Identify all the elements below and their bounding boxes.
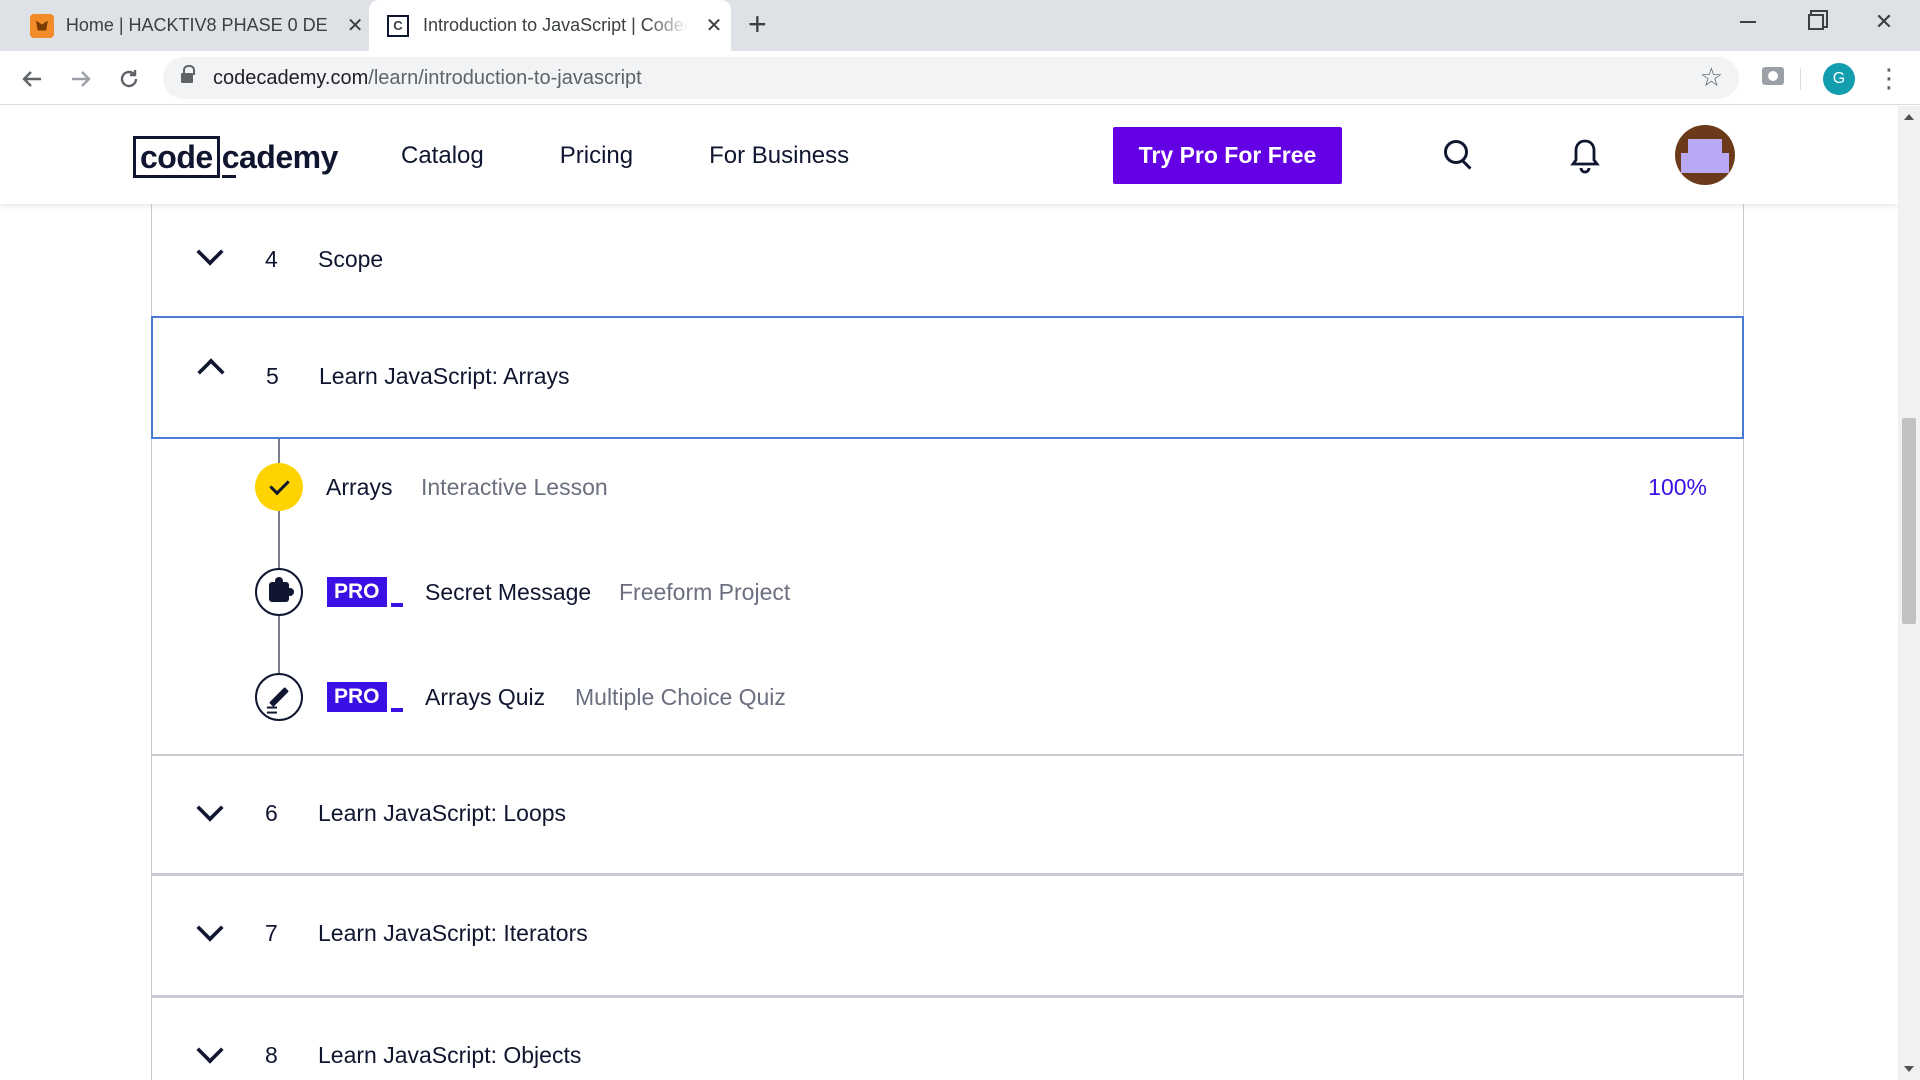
codecademy-favicon-icon: C xyxy=(387,14,409,37)
scroll-down-arrow-icon[interactable] xyxy=(1904,1066,1914,1072)
notifications-bell-icon[interactable] xyxy=(1570,138,1600,174)
codecademy-logo[interactable]: code cademy xyxy=(133,136,338,178)
browser-toolbar: codecademy.com/learn/introduction-to-jav… xyxy=(0,51,1920,105)
module-title: Scope xyxy=(318,246,384,272)
url-domain: codecademy.com xyxy=(213,67,369,89)
new-tab-button[interactable]: + xyxy=(748,6,767,43)
chevron-down-icon xyxy=(194,798,228,832)
module-number: 7 xyxy=(265,920,278,946)
module-row-6[interactable]: 6 Learn JavaScript: Loops xyxy=(151,754,1744,874)
page-viewport: code cademy Catalog Pricing For Business… xyxy=(0,106,1898,1080)
scrollbar-thumb[interactable] xyxy=(1902,418,1916,624)
fox-favicon-icon xyxy=(30,13,54,38)
browser-tabstrip: Home | HACKTIV8 PHASE 0 DEN ✕ C Introduc… xyxy=(0,0,1920,51)
module-number: 6 xyxy=(265,800,278,826)
lock-icon xyxy=(181,65,195,84)
chevron-up-icon xyxy=(195,350,229,384)
puzzle-icon xyxy=(255,568,303,616)
module-title: Learn JavaScript: Loops xyxy=(318,800,567,826)
browser-tab-hacktiv8[interactable]: Home | HACKTIV8 PHASE 0 DEN ✕ xyxy=(0,0,367,51)
toolbar-divider xyxy=(1800,68,1801,90)
lesson-progress: 100% xyxy=(1648,474,1707,500)
module-row-7[interactable]: 7 Learn JavaScript: Iterators xyxy=(151,874,1744,996)
module-title: Learn JavaScript: Iterators xyxy=(318,920,588,946)
check-icon xyxy=(255,463,303,511)
pro-badge: PRO xyxy=(327,577,403,607)
lesson-type: Interactive Lesson xyxy=(421,474,608,500)
address-bar[interactable]: codecademy.com/learn/introduction-to-jav… xyxy=(163,57,1739,99)
logo-rest-text: cademy xyxy=(221,138,338,178)
module-title: Learn JavaScript: Arrays xyxy=(319,363,570,389)
user-avatar[interactable] xyxy=(1675,125,1735,185)
module-title: Learn JavaScript: Objects xyxy=(318,1042,582,1068)
module-number: 8 xyxy=(265,1042,278,1068)
close-tab-icon[interactable]: ✕ xyxy=(343,13,367,38)
lesson-name: Arrays xyxy=(326,474,393,500)
lesson-name: Arrays Quiz xyxy=(425,684,546,710)
site-header: code cademy Catalog Pricing For Business… xyxy=(0,106,1898,204)
module-row-4[interactable]: 4 Scope xyxy=(151,204,1744,322)
lesson-name: Secret Message xyxy=(425,579,592,605)
browser-tab-codecademy[interactable]: C Introduction to JavaScript | Codecadem… xyxy=(369,0,731,51)
forward-arrow-icon xyxy=(72,71,91,87)
nav-catalog[interactable]: Catalog xyxy=(401,142,484,170)
chevron-down-icon xyxy=(194,242,228,276)
nav-for-business[interactable]: For Business xyxy=(709,142,849,170)
module-row-8[interactable]: 8 Learn JavaScript: Objects xyxy=(151,996,1744,1080)
bookmark-star-icon[interactable]: ☆ xyxy=(1700,62,1723,93)
browser-menu-icon[interactable]: ⋮ xyxy=(1876,63,1902,93)
main-nav: Catalog Pricing For Business xyxy=(401,142,925,170)
module-5-lessons: Arrays Interactive Lesson 100% PRO Secre… xyxy=(151,439,1744,756)
module-number: 5 xyxy=(266,363,279,389)
module-row-5[interactable]: 5 Learn JavaScript: Arrays xyxy=(151,316,1744,439)
close-window-button[interactable]: ✕ xyxy=(1850,0,1918,44)
tab-title: Home | HACKTIV8 PHASE 0 DEN xyxy=(65,15,330,35)
chevron-down-icon xyxy=(194,918,228,952)
logo-boxed-text: code xyxy=(133,136,220,178)
reload-icon xyxy=(120,70,138,88)
back-button[interactable] xyxy=(16,63,48,95)
minimize-window-button[interactable] xyxy=(1714,0,1782,44)
back-arrow-icon xyxy=(22,71,41,87)
chevron-down-icon xyxy=(194,1040,228,1074)
lesson-type: Multiple Choice Quiz xyxy=(575,684,786,710)
page-scrollbar[interactable] xyxy=(1898,106,1920,1080)
module-number: 4 xyxy=(265,246,278,272)
pro-badge: PRO xyxy=(327,682,403,712)
camera-icon[interactable] xyxy=(1762,67,1784,85)
nav-pricing[interactable]: Pricing xyxy=(560,142,633,170)
restore-window-button[interactable] xyxy=(1782,0,1850,44)
forward-button[interactable] xyxy=(65,63,97,95)
lesson-arrays-quiz[interactable]: PRO Arrays Quiz Multiple Choice Quiz xyxy=(152,668,1743,728)
reload-button[interactable] xyxy=(113,63,145,95)
close-tab-icon[interactable]: ✕ xyxy=(702,13,726,38)
scroll-up-arrow-icon[interactable] xyxy=(1904,114,1914,120)
bell-icon xyxy=(1570,139,1600,174)
browser-profile-avatar[interactable]: G xyxy=(1823,63,1855,95)
url-path: /learn/introduction-to-javascript xyxy=(368,67,642,89)
url-text: codecademy.com/learn/introduction-to-jav… xyxy=(213,67,642,90)
tab-title: Introduction to JavaScript | Codecademy xyxy=(423,15,688,35)
lesson-type: Freeform Project xyxy=(619,579,791,605)
lesson-secret-message[interactable]: PRO Secret Message Freeform Project xyxy=(152,563,1743,623)
lesson-arrays[interactable]: Arrays Interactive Lesson 100% xyxy=(152,458,1743,518)
search-icon[interactable] xyxy=(1444,140,1476,172)
try-pro-button[interactable]: Try Pro For Free xyxy=(1113,127,1342,184)
quiz-pencil-icon xyxy=(255,673,303,721)
